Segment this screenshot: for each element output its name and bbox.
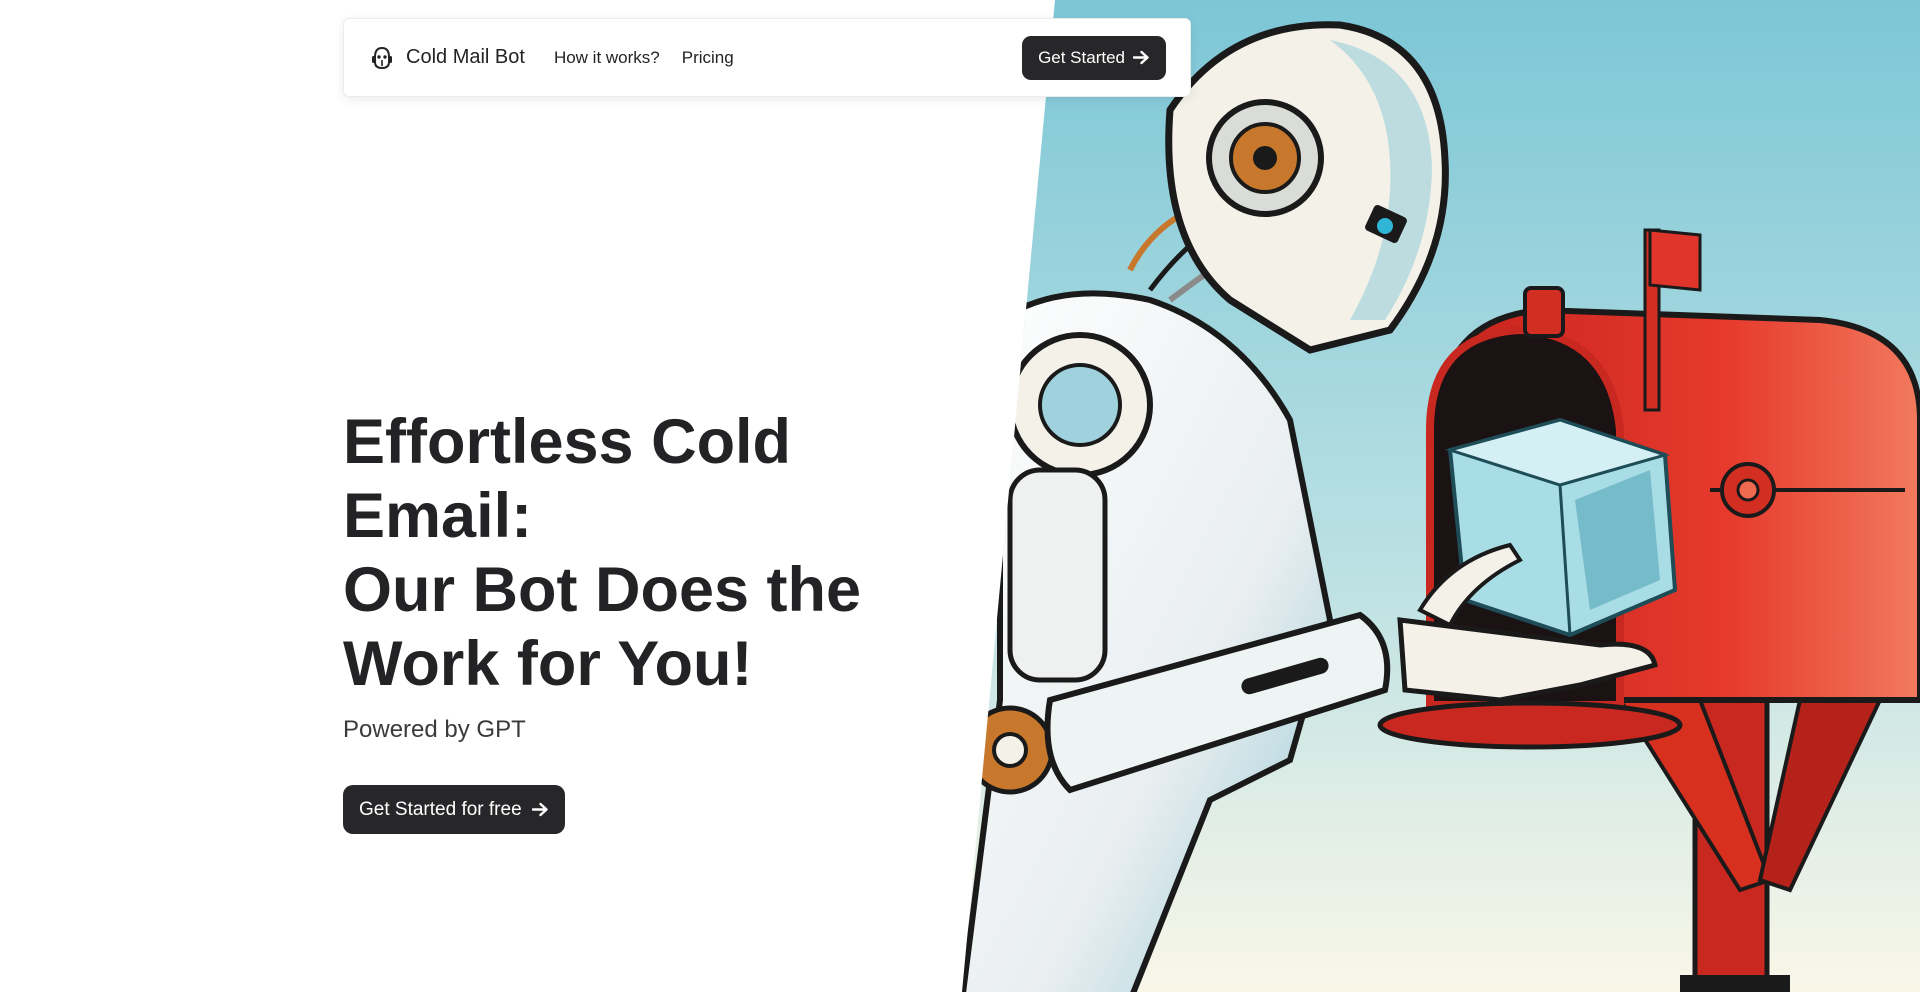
brand-link[interactable]: Cold Mail Bot <box>368 44 525 72</box>
hero-title-line: Email: <box>343 481 533 551</box>
hero-subtitle: Powered by GPT <box>343 716 526 743</box>
top-navbar: Cold Mail Bot How it works? Pricing Get … <box>343 18 1191 97</box>
hero-title: Effortless Cold Email: Our Bot Does the … <box>343 405 963 701</box>
hero-title-line: Work for You! <box>343 629 753 699</box>
nav-link-how-it-works[interactable]: How it works? <box>554 48 660 68</box>
brand-name: Cold Mail Bot <box>406 46 525 68</box>
hero-title-line: Our Bot Does the <box>343 555 862 625</box>
hero-title-line: Effortless Cold <box>343 407 792 477</box>
get-started-free-label: Get Started for free <box>359 798 522 820</box>
arrow-right-icon <box>531 802 549 817</box>
nav-links: How it works? Pricing <box>554 48 734 68</box>
get-started-free-button[interactable]: Get Started for free <box>343 785 565 834</box>
nav-link-pricing[interactable]: Pricing <box>682 48 734 68</box>
robot-head-icon <box>368 44 396 72</box>
get-started-button[interactable]: Get Started <box>1022 35 1166 80</box>
get-started-label: Get Started <box>1038 47 1125 67</box>
arrow-right-icon <box>1133 50 1150 65</box>
